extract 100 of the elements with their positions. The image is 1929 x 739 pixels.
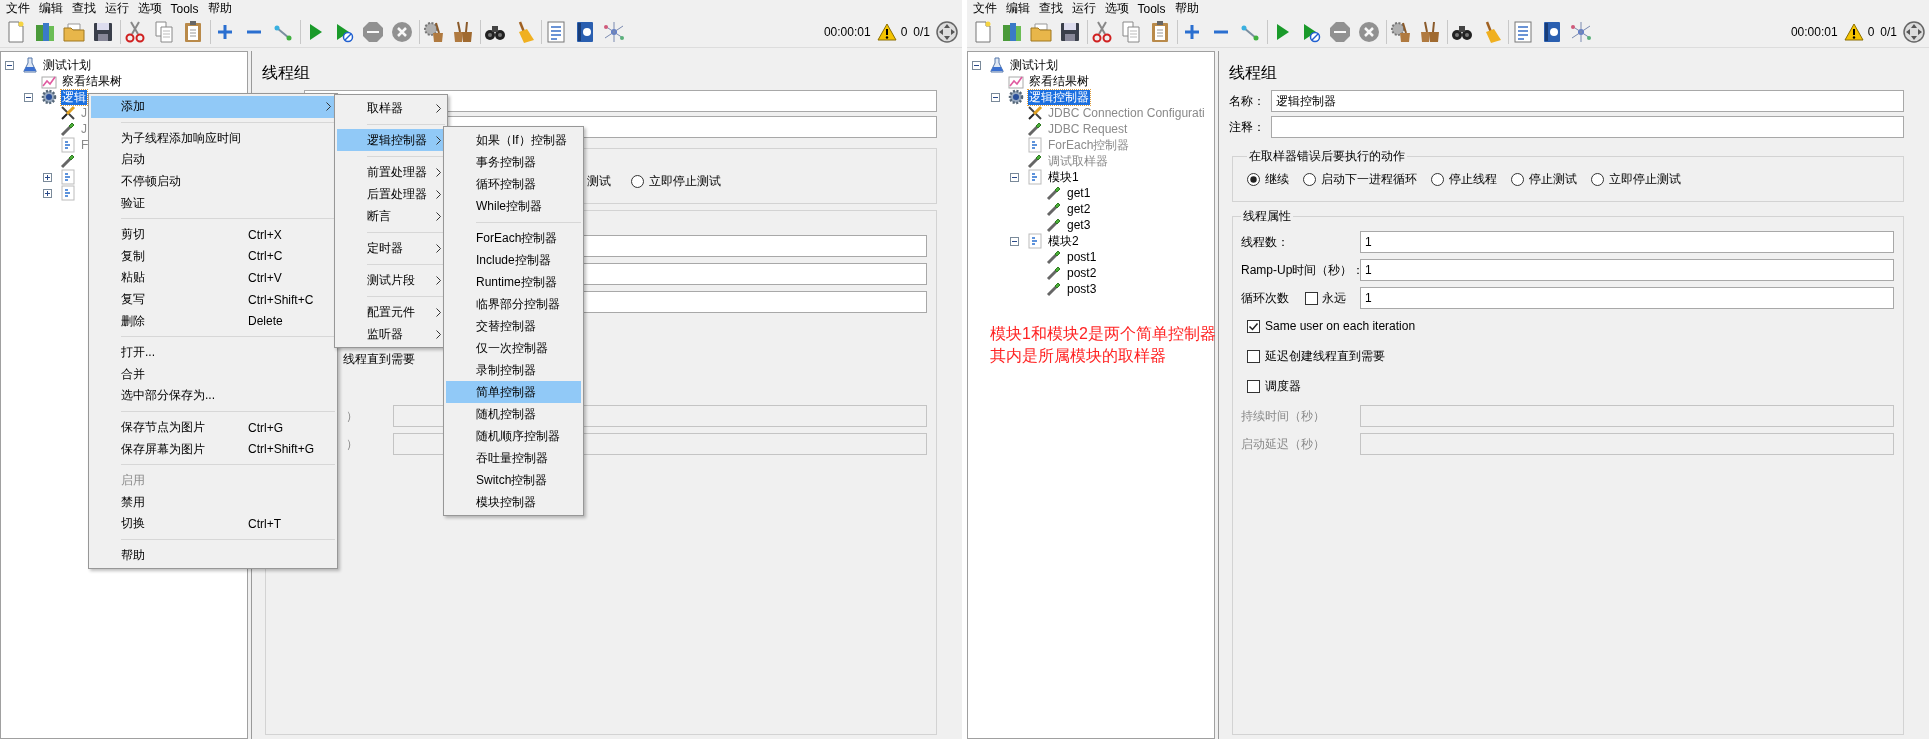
menu-item[interactable]: 吞吐量控制器	[446, 447, 581, 469]
menu-item[interactable]: 启动	[91, 149, 335, 171]
menu-item[interactable]: 逻辑控制器	[337, 129, 445, 151]
menu-item[interactable]: 取样器	[337, 97, 445, 119]
tree-item[interactable]: 察看结果树	[1028, 73, 1090, 89]
menu-item[interactable]: 如果（If）控制器	[446, 129, 581, 151]
tree-item[interactable]: post3	[1066, 281, 1098, 297]
compass-icon[interactable]	[1903, 21, 1925, 43]
scissors-icon[interactable]	[1090, 20, 1114, 44]
menu-item[interactable]: 粘贴 Ctrl+V	[91, 267, 335, 289]
network-icon[interactable]	[1569, 20, 1593, 44]
menu-bar-item[interactable]: Tools	[166, 1, 203, 16]
network-icon[interactable]	[602, 20, 626, 44]
menu-bar-item[interactable]: 帮助	[203, 0, 236, 17]
menu-item[interactable]: 前置处理器	[337, 161, 445, 183]
menu-item[interactable]: 监听器	[337, 323, 445, 345]
menu-item[interactable]: 录制控制器	[446, 359, 581, 381]
menu-item[interactable]: 为子线程添加响应时间	[91, 127, 335, 150]
radio-button[interactable]	[631, 174, 644, 188]
text-field[interactable]	[1271, 116, 1904, 138]
menu-item[interactable]: 事务控制器	[446, 151, 581, 173]
folder-icon[interactable]	[62, 20, 86, 44]
menu-item[interactable]: Include控制器	[446, 249, 581, 271]
tree-item[interactable]: 测试计划	[42, 57, 92, 73]
brooms-icon[interactable]	[451, 20, 475, 44]
collapse-icon[interactable]	[5, 60, 14, 70]
tree-item[interactable]: get3	[1066, 217, 1092, 233]
menu-item[interactable]: ForEach控制器	[446, 227, 581, 249]
menu-item[interactable]: 复制 Ctrl+C	[91, 245, 335, 268]
checkbox[interactable]	[1247, 349, 1260, 363]
menu-item[interactable]: 帮助	[91, 544, 335, 567]
tree-item[interactable]: post1	[1066, 249, 1098, 265]
radio-button[interactable]	[1247, 172, 1260, 186]
menu-bar-item[interactable]: 查找	[1034, 0, 1067, 17]
menu-bar-item[interactable]: Tools	[1133, 1, 1170, 16]
checkbox[interactable]	[1247, 319, 1260, 333]
menu-bar-item[interactable]: 运行	[100, 0, 133, 17]
menu-item[interactable]: Runtime控制器	[446, 271, 581, 293]
text-field[interactable]: 1	[1360, 287, 1894, 309]
menu-item[interactable]: 保存屏幕为图片 Ctrl+Shift+G	[91, 438, 335, 460]
list-icon[interactable]	[1511, 20, 1535, 44]
menu-bar-item[interactable]: 运行	[1067, 0, 1100, 17]
menu-item[interactable]: 验证	[91, 192, 335, 214]
text-field[interactable]: 1	[1360, 231, 1894, 253]
menu-item[interactable]: While控制器	[446, 195, 581, 217]
tree-item[interactable]: 察看结果树	[61, 73, 123, 89]
menu-item[interactable]: 随机顺序控制器	[446, 425, 581, 447]
menu-item[interactable]: 添加	[91, 96, 335, 118]
menu-bar-item[interactable]: 文件	[968, 0, 1001, 17]
menu-item[interactable]: 剪切 Ctrl+X	[91, 223, 335, 246]
menu-bar-item[interactable]: 编辑	[1001, 0, 1034, 17]
collapse-icon[interactable]	[1010, 172, 1019, 182]
gear-broom-icon[interactable]	[422, 20, 446, 44]
menu-item[interactable]: 配置元件	[337, 301, 445, 323]
brooms-icon[interactable]	[1418, 20, 1442, 44]
tree-item[interactable]: 逻辑	[61, 89, 87, 105]
tree-item[interactable]: post2	[1066, 265, 1098, 281]
menu-item[interactable]: 切换 Ctrl+T	[91, 513, 335, 535]
menu-item[interactable]: 禁用	[91, 491, 335, 514]
checkbox[interactable]	[1247, 379, 1260, 393]
menu-item[interactable]: 保存节点为图片 Ctrl+G	[91, 416, 335, 439]
list-icon[interactable]	[544, 20, 568, 44]
menu-bar-item[interactable]: 选项	[1100, 0, 1133, 17]
menu-item[interactable]: 循环控制器	[446, 173, 581, 195]
menu-item[interactable]: 临界部分控制器	[446, 293, 581, 315]
menu-item[interactable]: 交替控制器	[446, 315, 581, 337]
menu-item[interactable]: 合并	[91, 363, 335, 386]
menu-item[interactable]: Switch控制器	[446, 469, 581, 491]
menu-item[interactable]: 随机控制器	[446, 403, 581, 425]
menu-bar-item[interactable]: 文件	[1, 0, 34, 17]
text-field[interactable]: 逻辑控制器	[1271, 90, 1904, 112]
folder-icon[interactable]	[1029, 20, 1053, 44]
expand-icon[interactable]	[43, 172, 52, 182]
menu-item[interactable]: 后置处理器	[337, 183, 445, 205]
radio-button[interactable]	[1511, 172, 1524, 186]
menu-item[interactable]: 选中部分保存为...	[91, 385, 335, 407]
gear-broom-icon[interactable]	[1389, 20, 1413, 44]
tree-item[interactable]: get2	[1066, 201, 1092, 217]
compass-icon[interactable]	[936, 21, 958, 43]
menu-item[interactable]: 删除 Delete	[91, 310, 335, 332]
text-field[interactable]: 1	[1360, 259, 1894, 281]
menu-item[interactable]: 模块控制器	[446, 491, 581, 513]
collapse-icon[interactable]	[24, 92, 33, 102]
radio-button[interactable]	[1303, 172, 1316, 186]
checkbox[interactable]	[1305, 291, 1318, 305]
menu-bar-item[interactable]: 查找	[67, 0, 100, 17]
menu-item[interactable]: 仅一次控制器	[446, 337, 581, 359]
collapse-icon[interactable]	[1010, 236, 1019, 246]
tree-item[interactable]: 模块2	[1047, 233, 1080, 249]
books-icon[interactable]	[33, 20, 57, 44]
radio-button[interactable]	[1591, 172, 1604, 186]
menu-bar-item[interactable]: 帮助	[1170, 0, 1203, 17]
tree-item[interactable]: 测试计划	[1009, 57, 1059, 73]
tree-item[interactable]: 逻辑控制器	[1028, 89, 1090, 105]
menu-item[interactable]: 不停顿启动	[91, 170, 335, 193]
tree-item[interactable]: 模块1	[1047, 169, 1080, 185]
menu-item[interactable]: 复写 Ctrl+Shift+C	[91, 288, 335, 311]
radio-button[interactable]	[1431, 172, 1444, 186]
menu-item[interactable]: 定时器	[337, 237, 445, 259]
menu-item[interactable]: 断言	[337, 205, 445, 227]
